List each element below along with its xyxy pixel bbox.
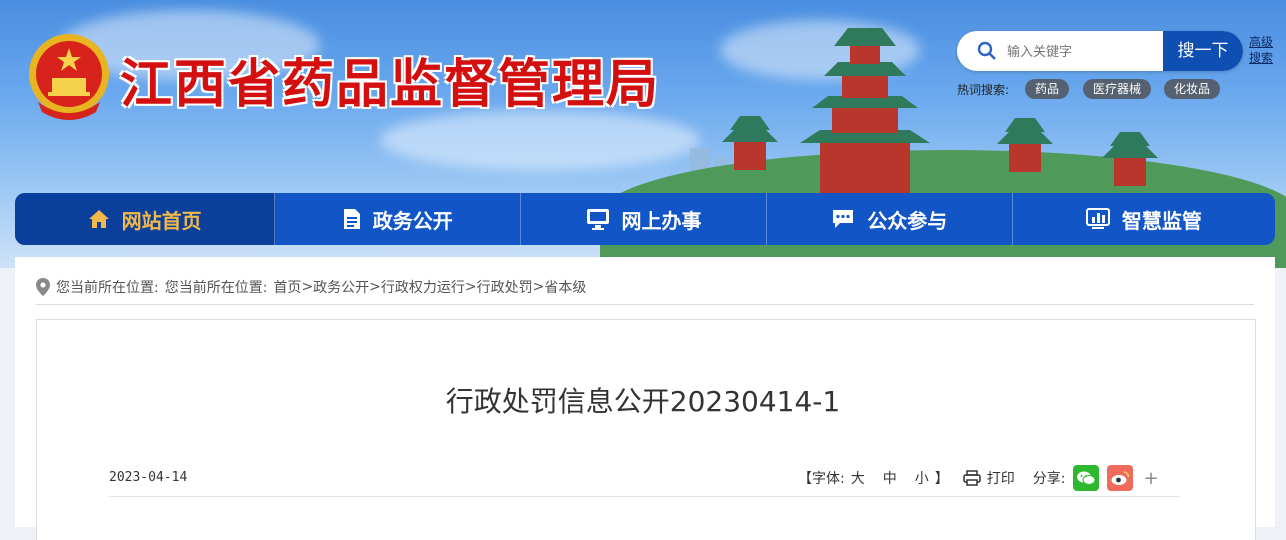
nav-item-home[interactable]: 网站首页 (15, 193, 276, 245)
chat-icon (831, 208, 855, 230)
share-label: 分享: (1032, 471, 1066, 487)
home-icon (88, 209, 110, 229)
nav-item-label: 政务公开 (372, 208, 453, 233)
small-pavilion-illustration (722, 116, 778, 170)
breadcrumb-separator: > (464, 279, 477, 295)
font-size-close: 】 (934, 471, 949, 487)
publish-date: 2023-04-14 (109, 470, 188, 485)
weibo-share-icon[interactable] (1107, 465, 1134, 491)
small-pavilion-illustration (1102, 132, 1158, 186)
breadcrumb-link-provincial[interactable]: 省本级 (544, 277, 586, 297)
font-medium-button[interactable]: 中 (883, 468, 897, 488)
print-button[interactable]: 打印 (987, 468, 1015, 488)
nav-item-label: 智慧监管 (1121, 208, 1202, 233)
nav-item-public-participation[interactable]: 公众参与 (767, 193, 1013, 245)
hot-search-label: 热词搜索: (957, 83, 1010, 97)
hot-tag-cosmetics[interactable]: 化妆品 (1164, 79, 1221, 99)
breadcrumb-prefix-repeat: 您当前所在位置: (164, 280, 268, 296)
article-title: 行政处罚信息公开20230414-1 (445, 385, 841, 418)
wechat-share-icon[interactable] (1073, 465, 1100, 491)
location-pin-icon (36, 278, 50, 296)
breadcrumb-link-government-affairs[interactable]: 政务公开 (313, 277, 369, 297)
article-box (36, 319, 1256, 540)
monitor-icon (586, 208, 610, 230)
nav-item-label: 公众参与 (867, 208, 948, 233)
search-button[interactable]: 搜一下 (1163, 31, 1243, 71)
font-size-label: 【字体: (798, 471, 845, 487)
breadcrumb-link-admin-power[interactable]: 行政权力运行 (381, 277, 465, 297)
hot-tag-medical-devices[interactable]: 医疗器械 (1083, 79, 1152, 99)
nav-item-label: 网上办事 (621, 208, 702, 233)
hot-tag-drugs[interactable]: 药品 (1025, 79, 1070, 99)
breadcrumb: 您当前所在位置: 您当前所在位置: 首页 > 政务公开 > 行政权力运行 > 行… (36, 277, 586, 297)
nav-item-online-services[interactable]: 网上办事 (521, 193, 767, 245)
advanced-search-link[interactable]: 高级搜索 (1249, 34, 1275, 66)
site-title[interactable]: 江西省药品监督管理局 (120, 42, 660, 117)
breadcrumb-separator: > (301, 279, 314, 295)
breadcrumb-separator: > (532, 279, 545, 295)
dashboard-icon (1085, 208, 1110, 230)
national-emblem-icon (29, 34, 109, 120)
cloud-decoration (380, 110, 700, 170)
font-small-button[interactable]: 小 (915, 468, 929, 488)
main-nav: 网站首页 政务公开 网上办事 公众参与 智慧监管 (15, 193, 1275, 245)
breadcrumb-divider (36, 304, 1254, 305)
search-icon (977, 41, 996, 60)
nav-item-label: 网站首页 (121, 208, 202, 233)
printer-icon[interactable] (962, 470, 981, 486)
nav-item-smart-supervision[interactable]: 智慧监管 (1013, 193, 1275, 245)
font-large-button[interactable]: 大 (851, 468, 865, 488)
document-icon (343, 208, 361, 230)
breadcrumb-prefix: 您当前所在位置: (56, 280, 159, 296)
pavilion-illustration (800, 28, 930, 193)
share-more-button[interactable]: + (1143, 468, 1158, 489)
breadcrumb-link-admin-penalty[interactable]: 行政处罚 (477, 277, 533, 297)
breadcrumb-link-home[interactable]: 首页 (273, 277, 301, 297)
nav-item-government-affairs[interactable]: 政务公开 (275, 193, 522, 245)
search-input[interactable] (1005, 39, 1159, 65)
small-pavilion-illustration (997, 118, 1053, 172)
meta-divider (109, 496, 1180, 497)
article-tools: 【字体: 大 中 小 】 打印 分享: + (798, 465, 1159, 491)
breadcrumb-separator: > (369, 279, 381, 295)
